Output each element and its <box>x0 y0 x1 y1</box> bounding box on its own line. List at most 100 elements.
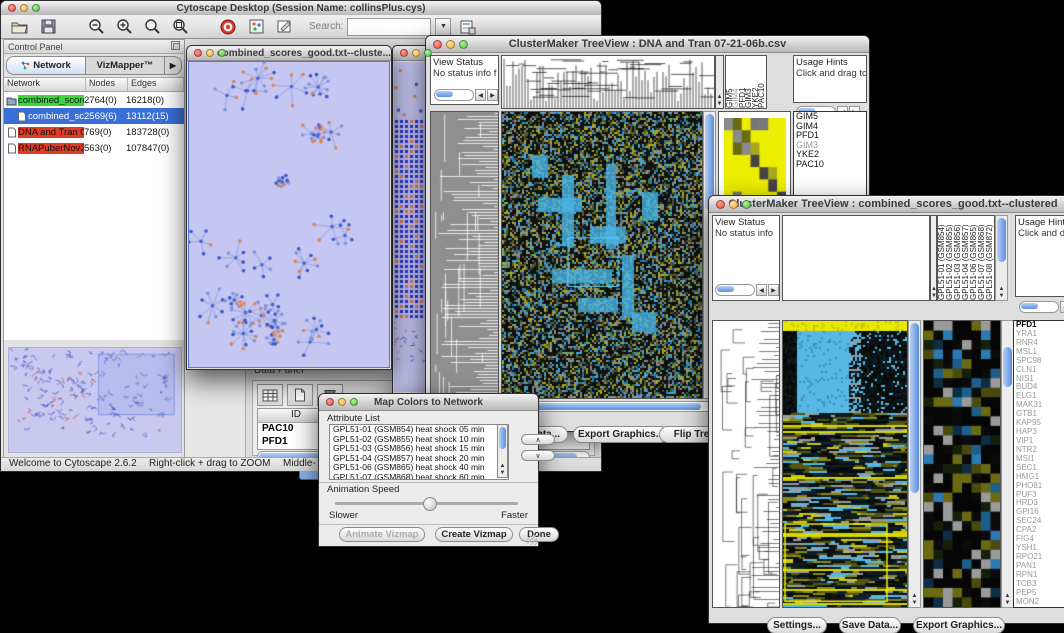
network-graph-canvas[interactable] <box>189 62 387 367</box>
tv2-settings-button[interactable]: Settings... <box>767 617 827 633</box>
resize-grip[interactable] <box>527 535 537 545</box>
tv2-collabel-vscrollbar[interactable]: ▲▼ <box>995 215 1008 301</box>
treeview2-titlebar[interactable]: ClusterMaker TreeView : combined_scores_… <box>709 196 1064 213</box>
main-titlebar[interactable]: Cytoscape Desktop (Session Name: collins… <box>1 1 601 16</box>
annotation-button[interactable] <box>273 17 295 37</box>
new-attribute-button[interactable] <box>287 384 313 406</box>
scroll-left-icon[interactable]: ◀ <box>1060 301 1064 313</box>
minimize-icon[interactable] <box>446 40 455 49</box>
animation-speed-slider[interactable] <box>335 502 518 505</box>
zoom-heatmap-canvas[interactable] <box>924 321 1000 607</box>
scroll-thumb[interactable] <box>436 91 453 97</box>
zoom-fit-button[interactable] <box>141 17 163 37</box>
close-icon[interactable] <box>326 398 334 406</box>
create-vizmap-button[interactable]: Create Vizmap <box>435 527 513 542</box>
tv1-export-graphics-button[interactable]: Export Graphics... <box>573 426 669 443</box>
scroll-arrows[interactable]: ▲▼ <box>996 286 1007 300</box>
scroll-thumb[interactable] <box>1021 303 1038 309</box>
zoom-heatmap-canvas[interactable] <box>724 118 786 204</box>
tv2-dendrogram-scroll-strip[interactable]: ▲▼ <box>930 215 937 301</box>
zoom-icon[interactable] <box>742 200 751 209</box>
tab-vizmapper[interactable]: VizMapper™ <box>86 57 164 74</box>
row-dendrogram-canvas[interactable] <box>431 112 498 398</box>
minimize-icon[interactable] <box>338 398 346 406</box>
zoom-icon[interactable] <box>218 49 226 57</box>
move-down-button[interactable]: ∨ <box>521 450 555 461</box>
scroll-thumb[interactable] <box>717 286 734 292</box>
column-dendrogram-canvas[interactable] <box>502 56 714 108</box>
search-dropdown-icon[interactable]: ▼ <box>435 18 451 36</box>
animate-vizmap-button[interactable]: Animate Vizmap <box>339 527 425 542</box>
minimize-icon[interactable] <box>729 200 738 209</box>
main-heatmap-canvas[interactable] <box>783 321 907 607</box>
close-icon[interactable] <box>194 49 202 57</box>
tv1-dendrogram-scroll-strip[interactable]: ▲▼ <box>715 55 724 109</box>
status-mini-scrollbar[interactable]: ◀ ▶ <box>434 89 498 101</box>
attribute-list-item[interactable]: GPL51-07 (GSM868) heat shock 60 min <box>330 473 508 481</box>
scroll-arrows[interactable]: ▲▼ <box>498 463 507 477</box>
minimize-icon[interactable] <box>412 49 420 57</box>
scroll-arrows[interactable]: ▲▼ <box>1002 593 1013 607</box>
dialog-titlebar[interactable]: Map Colors to Network <box>319 394 538 411</box>
zoom-icon[interactable] <box>424 49 432 57</box>
network-overlay-button[interactable] <box>245 17 267 37</box>
float-panel-icon[interactable] <box>171 41 180 52</box>
minimize-icon[interactable] <box>206 49 214 57</box>
scroll-left-icon[interactable]: ◀ <box>756 284 767 296</box>
network-canvas-area[interactable] <box>189 62 389 367</box>
scroll-arrows[interactable]: ▲▼ <box>716 94 723 108</box>
close-icon[interactable] <box>433 40 442 49</box>
scroll-left-icon[interactable]: ◀ <box>475 89 486 101</box>
main-heatmap-canvas[interactable] <box>502 112 702 398</box>
usage-mini-scrollbar[interactable]: ◀ <box>1019 301 1064 313</box>
column-header-network[interactable]: Network <box>4 78 86 91</box>
scroll-thumb[interactable] <box>499 427 506 449</box>
tv2-column-dendrogram-panel[interactable] <box>782 215 930 301</box>
status-mini-scrollbar[interactable]: ◀ ▶ <box>715 284 779 296</box>
scroll-right-icon[interactable]: ▶ <box>768 284 779 296</box>
scroll-track[interactable] <box>715 284 755 296</box>
help-lifering-icon[interactable] <box>217 17 239 37</box>
network-table-row[interactable]: RNAPuberNov2+ 563(0) 107847(0) <box>4 140 184 156</box>
select-attributes-button[interactable] <box>257 384 283 406</box>
slider-thumb[interactable] <box>423 497 437 511</box>
scroll-track[interactable] <box>1019 301 1059 313</box>
network-table-row[interactable]: combined_sco 2569(6) 13112(15) <box>4 108 184 124</box>
minimize-icon[interactable] <box>20 4 28 12</box>
column-header-nodes[interactable]: Nodes <box>86 78 128 91</box>
scroll-thumb[interactable] <box>910 323 919 493</box>
attribute-list-scrollbar[interactable]: ▲▼ <box>497 424 508 478</box>
network-table-row[interactable]: combined_scores 2764(0) 16218(0) <box>4 92 184 108</box>
tv2-save-data-button[interactable]: Save Data... <box>839 617 901 633</box>
done-button[interactable]: Done <box>519 527 559 542</box>
zoom-in-button[interactable] <box>113 17 135 37</box>
network-view-titlebar[interactable]: combined_scores_good.txt--cluste... <box>187 46 391 61</box>
save-button[interactable] <box>37 17 59 37</box>
zoom-out-button[interactable] <box>85 17 107 37</box>
zoom-icon[interactable] <box>459 40 468 49</box>
zoom-icon[interactable] <box>32 4 40 12</box>
close-icon[interactable] <box>400 49 408 57</box>
scroll-arrows[interactable]: ▲▼ <box>909 593 920 607</box>
network-table-row[interactable]: DNA and Tran 07 769(0) 183728(0) <box>4 124 184 140</box>
scroll-thumb[interactable] <box>1003 347 1012 387</box>
network-overview-thumbnail[interactable] <box>8 347 182 453</box>
tv2-heatmap-vscrollbar[interactable]: ▲▼ <box>908 320 921 608</box>
open-file-button[interactable] <box>9 17 31 37</box>
close-icon[interactable] <box>8 4 16 12</box>
tab-network[interactable]: Network <box>7 57 86 74</box>
scroll-right-icon[interactable]: ▶ <box>487 89 498 101</box>
close-icon[interactable] <box>716 200 725 209</box>
tv2-export-graphics-button[interactable]: Export Graphics... <box>913 617 1005 633</box>
layout-button[interactable] <box>457 17 479 37</box>
scroll-thumb[interactable] <box>997 218 1006 262</box>
tabs-overflow-button[interactable]: ▶ <box>164 57 181 74</box>
search-input[interactable] <box>347 18 431 36</box>
column-header-edges[interactable]: Edges <box>128 78 184 91</box>
zoom-selected-button[interactable] <box>169 17 191 37</box>
scroll-arrows[interactable]: ▲▼ <box>931 286 936 300</box>
treeview1-titlebar[interactable]: ClusterMaker TreeView : DNA and Tran 07-… <box>426 36 869 53</box>
row-dendrogram-canvas[interactable] <box>713 321 779 607</box>
zoom-icon[interactable] <box>350 398 358 406</box>
scroll-track[interactable] <box>434 89 474 101</box>
